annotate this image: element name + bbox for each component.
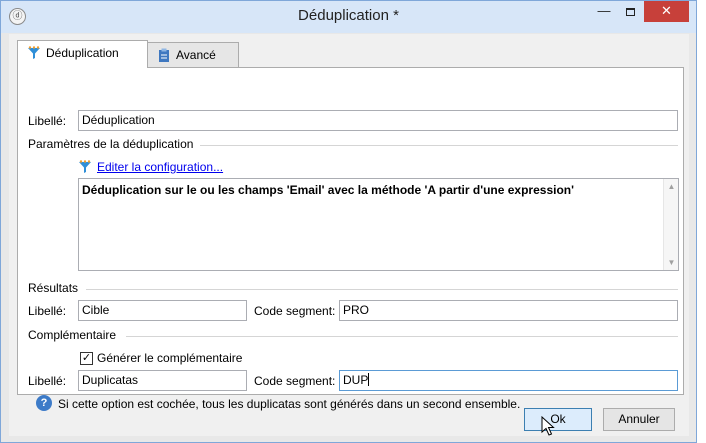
results-section-title: Résultats	[28, 281, 79, 295]
complement-segment-input[interactable]: DUP	[339, 370, 678, 391]
results-libelle-input[interactable]: Cible	[78, 300, 247, 321]
scroll-up-icon[interactable]: ▲	[664, 179, 679, 194]
params-section-title: Paramètres de la déduplication	[28, 137, 194, 151]
configuration-summary-textarea[interactable]: Déduplication sur le ou les champs 'Emai…	[78, 178, 679, 271]
edit-configuration-link[interactable]: Editer la configuration...	[97, 160, 223, 175]
generate-complement-label[interactable]: Générer le complémentaire	[97, 351, 242, 366]
libelle-label: Libellé:	[28, 114, 67, 128]
maximize-button[interactable]	[617, 1, 643, 22]
complement-section-title: Complémentaire	[28, 328, 117, 342]
generate-complement-checkbox[interactable]: ✓	[80, 352, 93, 365]
tab-panel: Libellé: Déduplication Paramètres de la …	[17, 67, 684, 411]
textarea-scrollbar[interactable]: ▲ ▼	[663, 179, 678, 270]
funnel-icon	[79, 160, 91, 173]
tab-deduplication[interactable]: Déduplication	[17, 40, 148, 68]
libelle-input[interactable]: Déduplication	[78, 110, 678, 131]
dialog-window: ⓓ Déduplication * — ✕ Déduplication Avan…	[0, 0, 697, 443]
maximize-icon	[625, 7, 635, 16]
results-divider	[86, 289, 678, 290]
complement-segment-label: Code segment:	[254, 374, 336, 388]
tab-deduplication-label: Déduplication	[46, 46, 119, 60]
complement-libelle-label: Libellé:	[28, 374, 67, 388]
clipboard-icon	[159, 48, 169, 62]
tab-avance-label: Avancé	[176, 48, 216, 62]
cancel-button[interactable]: Annuler	[603, 408, 675, 431]
complement-divider	[126, 336, 678, 337]
help-text: Si cette option est cochée, tous les dup…	[58, 397, 521, 411]
params-divider	[200, 145, 678, 146]
results-libelle-label: Libellé:	[28, 304, 67, 318]
funnel-icon	[28, 46, 40, 59]
text-caret	[368, 373, 370, 386]
tab-avance[interactable]: Avancé	[147, 42, 239, 68]
complement-segment-value: DUP	[343, 373, 369, 387]
scroll-down-icon[interactable]: ▼	[664, 255, 679, 270]
title-bar[interactable]: ⓓ Déduplication * — ✕	[1, 1, 696, 33]
minimize-button[interactable]: —	[591, 1, 617, 22]
help-icon: ?	[36, 395, 52, 411]
results-segment-label: Code segment:	[254, 304, 336, 318]
close-button[interactable]: ✕	[644, 1, 689, 22]
ok-button[interactable]: Ok	[524, 408, 592, 431]
configuration-summary-text: Déduplication sur le ou les champs 'Emai…	[82, 183, 574, 197]
results-segment-input[interactable]: PRO	[339, 300, 678, 321]
complement-libelle-input[interactable]: Duplicatas	[78, 370, 247, 391]
mouse-cursor-icon	[541, 416, 555, 436]
dialog-client-area: Déduplication Avancé Libellé: Déduplicat…	[9, 34, 689, 436]
